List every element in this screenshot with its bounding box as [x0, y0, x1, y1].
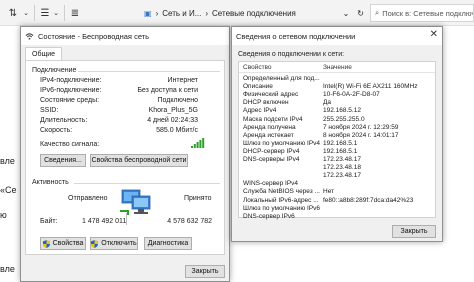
tab-general[interactable]: Общие — [25, 47, 63, 60]
sent-label: Отправлено — [68, 195, 108, 202]
duration-label: Длительность: — [40, 117, 88, 124]
section-divider — [78, 71, 220, 72]
speed-label: Скорость: — [40, 127, 73, 134]
details-titlebar[interactable]: Сведения о сетевом подключении ✕ — [232, 27, 442, 45]
breadcrumb-network[interactable]: Сеть и И... — [162, 9, 201, 18]
properties-button[interactable]: Свойства — [40, 237, 86, 250]
bytes-received-value: 4 578 632 782 — [167, 218, 212, 225]
signal-quality-label: Качество сигнала: — [40, 141, 100, 148]
status-close-button[interactable]: Закрыть — [185, 265, 225, 278]
signal-bar — [193, 144, 196, 148]
search-icon: ⌕ — [375, 8, 380, 17]
view-list-icon[interactable]: ☰ — [38, 6, 52, 20]
address-bar[interactable]: ▣ › Сеть и И... › Сетевые подключения ⌄ … — [144, 4, 364, 22]
wifi-icon — [25, 32, 34, 40]
signal-bar — [202, 138, 205, 148]
chevron-down-icon[interactable]: ⌄ — [343, 9, 350, 18]
media-state-label: Состояние среды: — [40, 97, 100, 104]
chevron-down-icon[interactable]: ⌄ — [22, 6, 30, 20]
signal-bar — [191, 146, 193, 148]
refresh-icon[interactable]: ↻ — [357, 9, 364, 18]
properties-button-label: Свойства — [52, 240, 84, 247]
signal-bar — [196, 142, 199, 148]
details-dialog: Сведения о сетевом подключении ✕ Сведени… — [231, 26, 443, 242]
details-title: Сведения о сетевом подключении — [236, 31, 356, 41]
ssid-label: SSID: — [40, 107, 59, 114]
list-item-fragment[interactable]: вле — [0, 156, 15, 166]
explorer-content-strip: вле «Се ю вле — [0, 26, 20, 282]
wireless-properties-button[interactable]: Свойства беспроводной сети — [90, 154, 188, 167]
connection-section-label: Подключение — [32, 67, 77, 74]
shield-icon — [91, 239, 99, 248]
ipv6-value: Без доступа к сети — [137, 87, 198, 94]
signal-strength-icon — [191, 138, 205, 148]
received-label: Принято — [184, 195, 212, 202]
column-header-property[interactable]: Свойство — [243, 64, 272, 71]
close-icon[interactable]: ✕ — [430, 29, 438, 40]
media-state-value: Подключено — [157, 97, 198, 104]
breadcrumb-connections[interactable]: Сетевые подключения — [212, 9, 296, 18]
shield-icon — [42, 239, 50, 248]
status-panel: Подключение IPv4-подключение: Интернет I… — [25, 60, 225, 255]
network-folder-icon: ▣ — [144, 8, 152, 18]
status-tabbar: Общие — [21, 45, 229, 60]
status-dialog: Состояние - Беспроводная сеть Общие Подк… — [20, 26, 230, 282]
details-button[interactable]: Сведения... — [40, 154, 86, 167]
details-table-header: Свойство Значение — [239, 62, 435, 73]
column-header-value[interactable]: Значение — [323, 64, 352, 71]
chevron-down-icon[interactable]: ⌄ — [52, 6, 60, 20]
bytes-divider — [126, 213, 127, 225]
duration-value: 4 дней 02:24:33 — [147, 117, 198, 124]
chevron-right-icon: › — [205, 8, 209, 18]
activity-section-label: Активность — [32, 179, 69, 186]
chevron-right-icon: › — [155, 8, 159, 18]
sort-icon[interactable]: ⇅ — [6, 6, 20, 20]
signal-bar — [199, 140, 202, 148]
toolbar-divider — [64, 5, 65, 21]
search-placeholder: Поиск в: Сетевые подключения — [382, 8, 473, 18]
ipv4-value: Интернет — [167, 77, 198, 84]
list-item-fragment[interactable]: вле — [0, 264, 15, 274]
ipv4-label: IPv4-подключение: — [40, 77, 102, 84]
details-table[interactable]: Свойство Значение Определенный для под..… — [238, 61, 436, 220]
section-divider — [74, 183, 220, 184]
table-row[interactable]: DNS-сервер IPv6 — [239, 213, 435, 222]
list-item-fragment[interactable]: ю — [0, 210, 7, 220]
explorer-toolbar: ⇅ ⌄ ☰ ⌄ ≣ ▣ › Сеть и И... › Сетевые подк… — [0, 0, 474, 26]
disable-button[interactable]: Отключить — [90, 237, 138, 250]
speed-value: 585.0 Мбит/с — [156, 127, 198, 134]
bytes-sent-value: 1 478 492 011 — [82, 218, 127, 225]
list-item-fragment[interactable]: «Се — [0, 185, 17, 195]
search-input[interactable]: ⌕ Поиск в: Сетевые подключения — [370, 4, 474, 22]
status-title: Состояние - Беспроводная сеть — [38, 31, 150, 41]
ipv6-label: IPv6-подключение: — [40, 87, 102, 94]
details-subtitle: Сведения о подключении к сети: — [238, 51, 345, 58]
property-cell: DNS-сервер IPv6 — [243, 212, 295, 220]
ssid-value: Khora_Plus_5G — [148, 107, 198, 114]
bytes-label: Байт: — [40, 218, 58, 225]
disable-button-label: Отключить — [101, 240, 137, 247]
toolbar-divider — [34, 5, 35, 21]
status-titlebar[interactable]: Состояние - Беспроводная сеть — [21, 27, 229, 45]
details-close-button[interactable]: Закрыть — [392, 225, 436, 238]
diagnose-button[interactable]: Диагностика — [144, 237, 192, 250]
network-activity-icon — [120, 189, 151, 215]
details-view-icon[interactable]: ≣ — [68, 6, 82, 20]
